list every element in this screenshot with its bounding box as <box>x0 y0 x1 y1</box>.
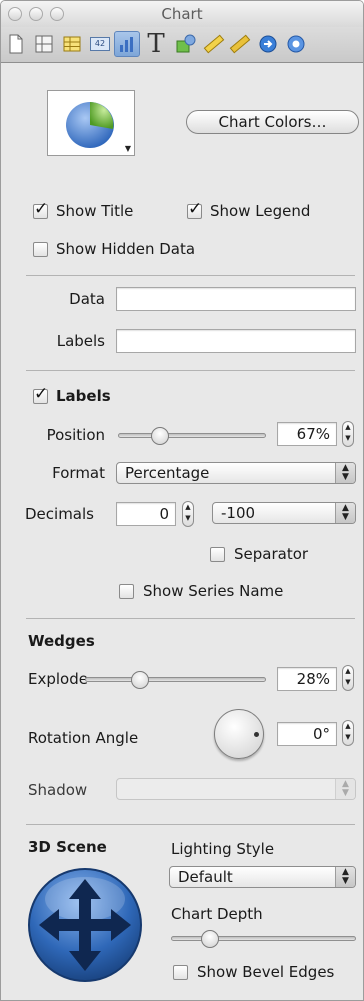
metrics-inspector-tab[interactable]: 42 <box>87 31 113 57</box>
graphic-icon <box>176 34 196 53</box>
show-hidden-data-label: Show Hidden Data <box>56 240 196 258</box>
updown-arrows-icon: ▲ ▼ <box>335 503 355 523</box>
position-stepper[interactable]: ▲ ▼ <box>342 421 354 447</box>
negative-format-value: -100 <box>221 504 256 522</box>
link-inspector-tab[interactable] <box>255 31 281 57</box>
chart-icon <box>120 37 133 52</box>
show-legend-checkbox[interactable]: ✓ <box>187 199 202 219</box>
show-hidden-data-checkbox[interactable] <box>33 242 48 257</box>
3d-scene-control[interactable] <box>27 867 143 983</box>
labels-field-label: Labels <box>56 332 105 350</box>
separator-label: Separator <box>234 545 309 563</box>
document-inspector-tab[interactable] <box>3 31 29 57</box>
lighting-style-label: Lighting Style <box>171 840 275 858</box>
rotation-angle-field[interactable]: 0° <box>277 722 337 746</box>
ruler-icon <box>229 34 251 54</box>
chart-depth-label: Chart Depth <box>171 905 263 923</box>
chart-inspector-tab[interactable] <box>114 31 140 57</box>
divider <box>26 824 355 825</box>
rotation-angle-dial[interactable] <box>214 709 264 759</box>
explode-label: Explode <box>28 670 88 688</box>
labels-checkbox[interactable]: ✓ <box>33 384 48 404</box>
format-popup-value: Percentage <box>125 464 210 482</box>
rotation-angle-label: Rotation Angle <box>28 729 139 747</box>
updown-arrows-icon: ▲ ▼ <box>335 779 355 799</box>
text-icon: T <box>147 29 165 59</box>
show-bevel-edges-checkbox[interactable] <box>173 965 188 980</box>
updown-arrows-icon: ▲ ▼ <box>335 867 355 887</box>
negative-format-popup[interactable]: -100 ▲ ▼ <box>212 502 356 524</box>
chart-type-well[interactable]: ▼ <box>47 90 135 156</box>
move-arrows-icon <box>28 868 142 982</box>
layout-inspector-tab[interactable] <box>31 31 57 57</box>
checkmark-icon: ✓ <box>34 384 49 404</box>
show-series-name-checkbox[interactable] <box>119 584 134 599</box>
position-slider-knob[interactable] <box>150 427 169 445</box>
separator-checkbox[interactable] <box>210 547 225 562</box>
updown-arrows-icon: ▲ ▼ <box>335 463 355 483</box>
data-label: Data <box>69 290 105 308</box>
inspector-toolbar: 42 T <box>1 27 363 63</box>
chart-inspector-panel: ▼ Chart Colors… ✓ Show Title ✓ Show Lege… <box>1 64 363 1000</box>
rotation-angle-stepper[interactable]: ▲ ▼ <box>342 720 354 746</box>
shadow-popup[interactable]: ▲ ▼ <box>116 778 356 800</box>
window-title: Chart <box>161 5 203 23</box>
chart-depth-slider-knob[interactable] <box>201 930 220 948</box>
chevron-down-icon: ▼ <box>124 144 131 153</box>
ruler-inspector-tab-2[interactable] <box>227 31 253 57</box>
lighting-style-value: Default <box>178 868 233 886</box>
inspector-window: Chart 42 T ▼ Chart Colors… ✓ Show Title … <box>0 0 364 1001</box>
divider <box>26 275 355 276</box>
format-popup[interactable]: Percentage ▲ ▼ <box>116 462 356 484</box>
explode-stepper[interactable]: ▲ ▼ <box>342 665 354 691</box>
format-label: Format <box>52 464 105 482</box>
table-icon <box>63 36 81 52</box>
explode-slider-knob[interactable] <box>130 671 149 689</box>
lighting-style-popup[interactable]: Default ▲ ▼ <box>169 866 356 888</box>
metrics-icon: 42 <box>90 37 110 51</box>
text-inspector-tab[interactable]: T <box>143 31 169 57</box>
document-icon <box>9 34 23 54</box>
divider <box>26 370 355 371</box>
checkmark-icon: ✓ <box>188 199 203 219</box>
title-bar: Chart <box>1 1 363 27</box>
position-slider[interactable] <box>118 433 266 438</box>
dial-indicator <box>254 732 259 737</box>
chart-depth-slider[interactable] <box>171 936 356 941</box>
decimals-label: Decimals <box>25 505 94 523</box>
show-series-name-label: Show Series Name <box>143 582 284 600</box>
qt-icon <box>287 35 305 53</box>
explode-field[interactable]: 28% <box>277 667 337 691</box>
labels-field[interactable] <box>116 329 356 353</box>
show-legend-label: Show Legend <box>210 202 311 220</box>
data-field[interactable] <box>116 287 356 311</box>
table-inspector-tab[interactable] <box>59 31 85 57</box>
explode-slider[interactable] <box>85 677 266 682</box>
labels-section-header: Labels <box>56 387 111 405</box>
media-inspector-tab[interactable] <box>283 31 309 57</box>
layout-icon <box>35 35 53 53</box>
position-field[interactable]: 67% <box>277 422 337 446</box>
ruler-inspector-tab[interactable] <box>201 31 227 57</box>
show-bevel-edges-label: Show Bevel Edges <box>197 963 335 981</box>
link-icon <box>259 35 277 53</box>
shadow-label: Shadow <box>28 781 88 799</box>
decimals-stepper[interactable]: ▲ ▼ <box>182 501 194 527</box>
checkmark-icon: ✓ <box>34 199 49 219</box>
wedges-section-header: Wedges <box>28 632 95 650</box>
graphic-inspector-tab[interactable] <box>173 31 199 57</box>
chart-colors-button[interactable]: Chart Colors… <box>186 110 359 134</box>
decimals-field[interactable]: 0 <box>116 502 176 526</box>
ruler-icon <box>203 34 225 54</box>
3d-scene-header: 3D Scene <box>28 838 107 856</box>
pie-chart-icon <box>66 102 114 148</box>
show-title-label: Show Title <box>56 202 134 220</box>
divider <box>26 618 355 619</box>
show-title-checkbox[interactable]: ✓ <box>33 199 48 219</box>
position-label: Position <box>46 426 105 444</box>
